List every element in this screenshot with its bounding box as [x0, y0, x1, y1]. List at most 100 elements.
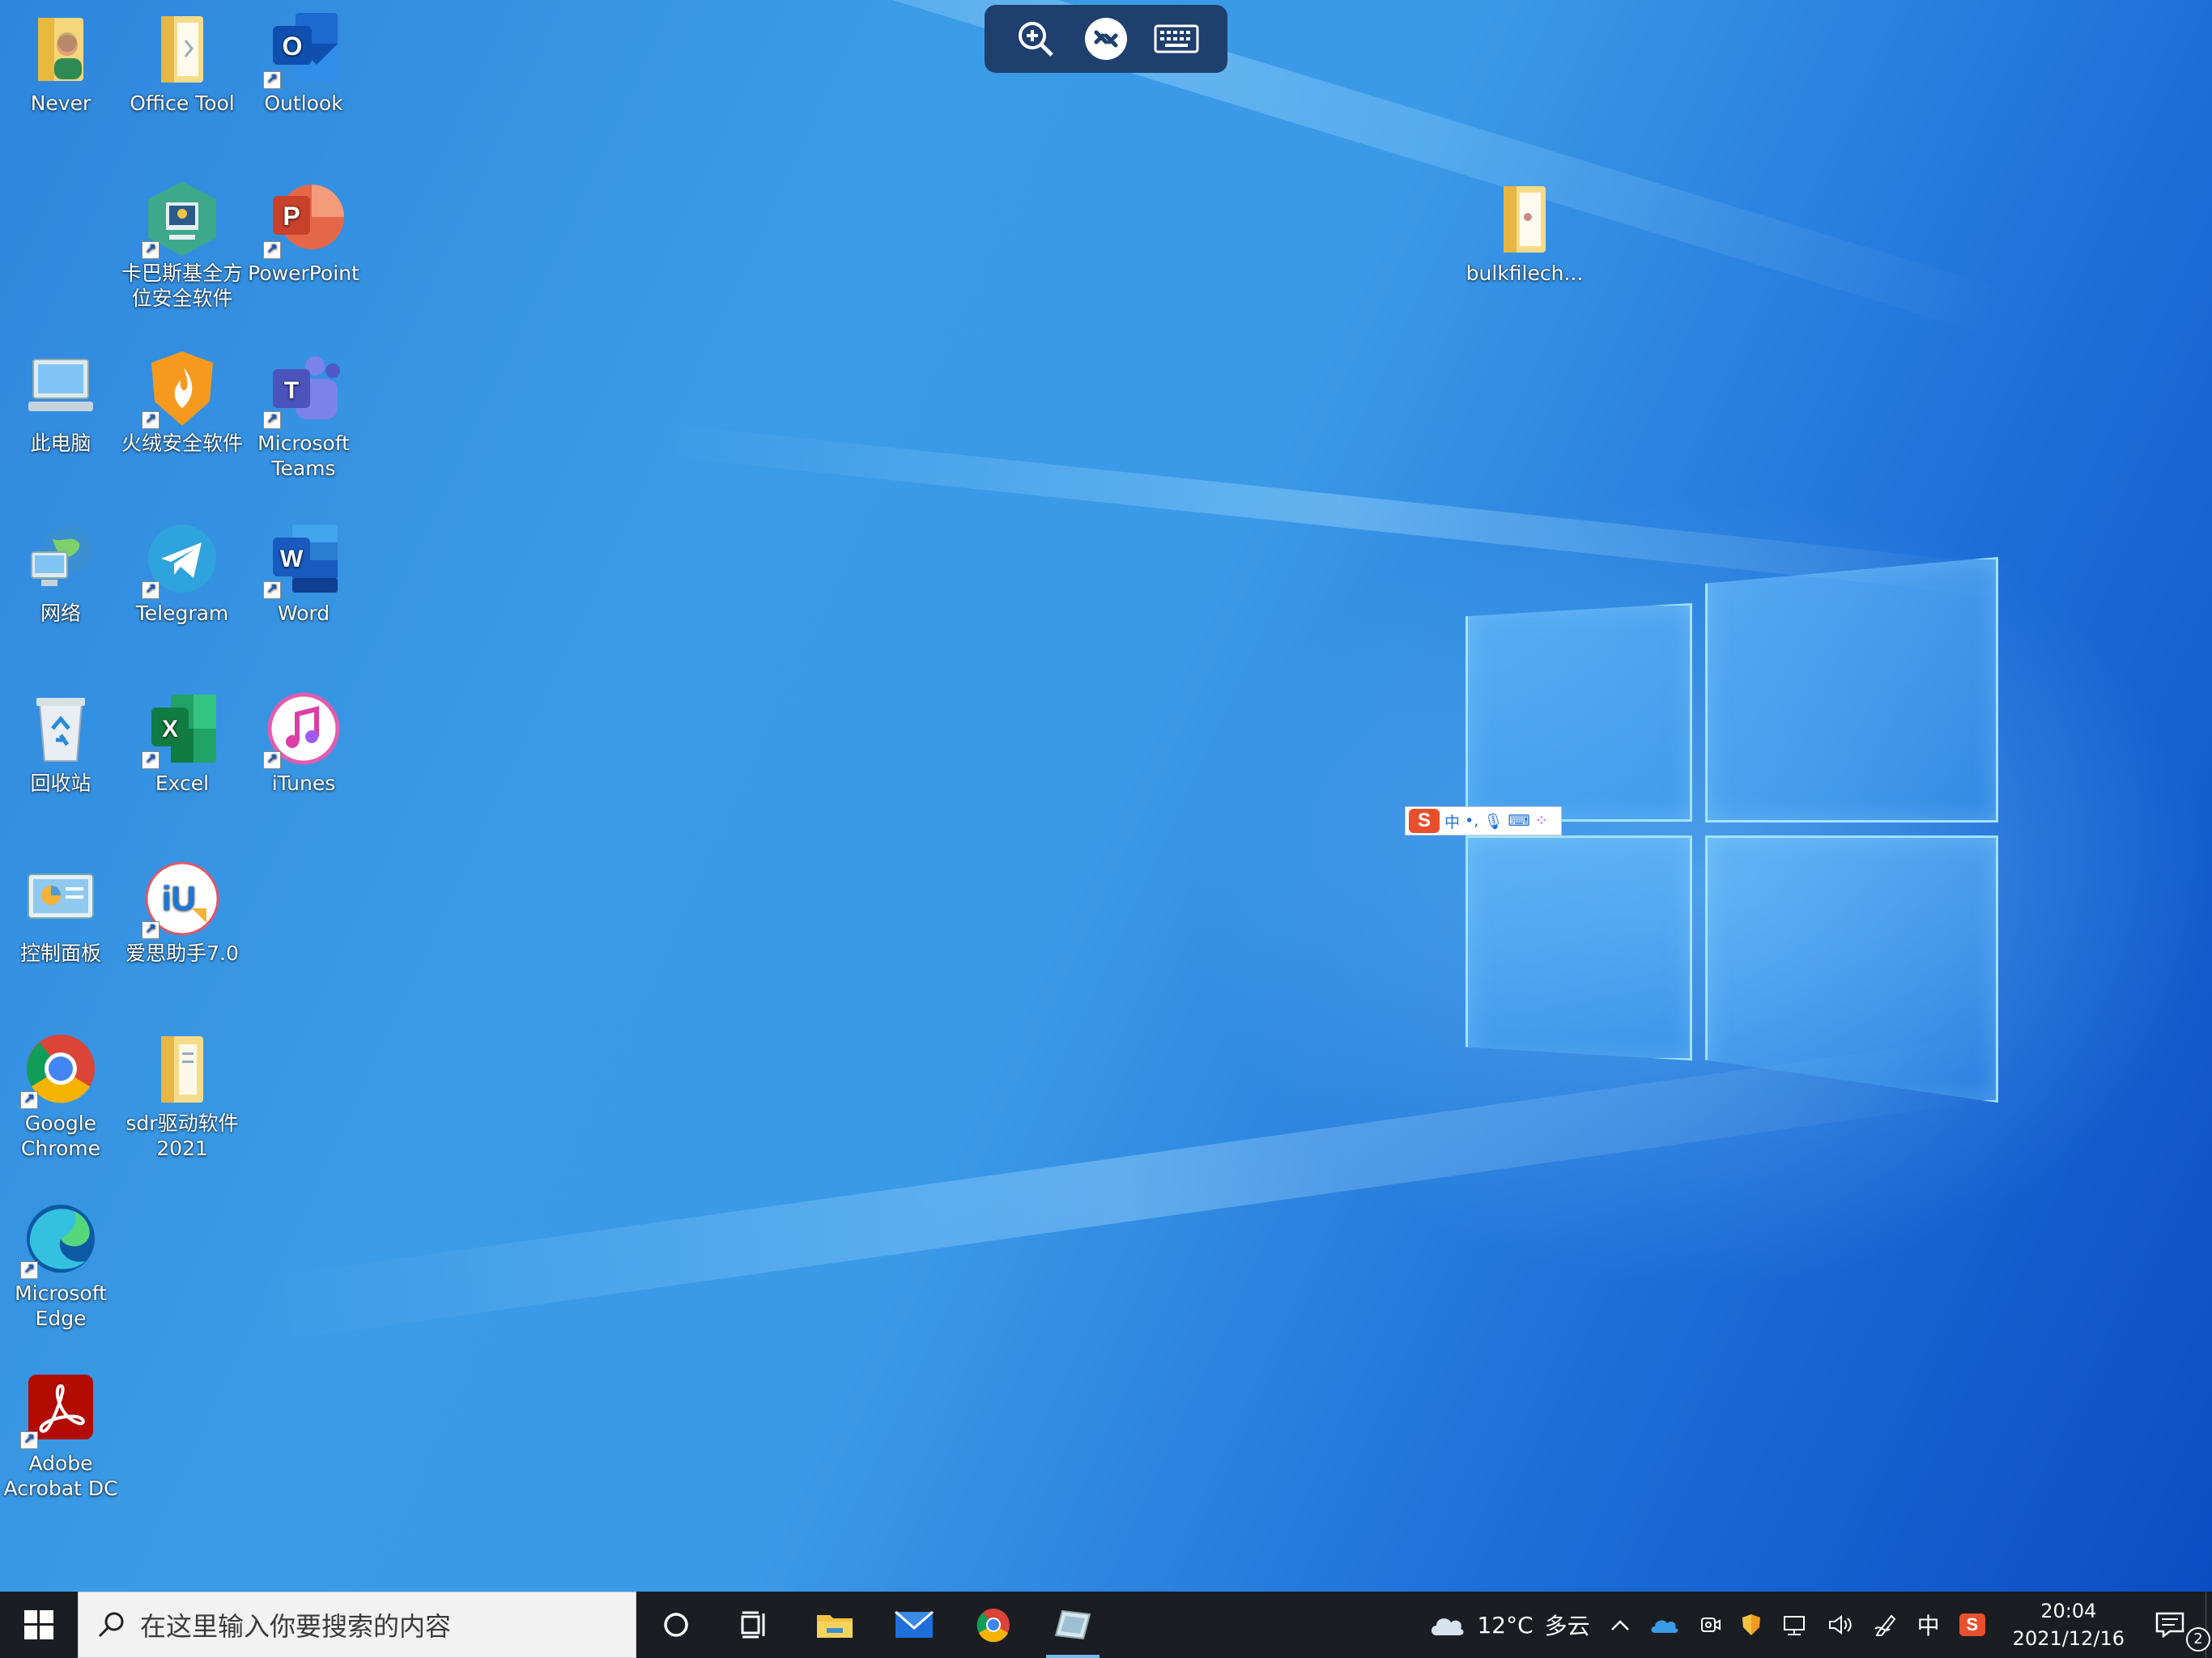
file-explorer-icon	[817, 1615, 853, 1638]
sogou-ime-tray[interactable]: S	[1950, 1592, 1995, 1658]
network-globe-icon	[20, 518, 101, 599]
taskbar-file-explorer[interactable]	[795, 1592, 874, 1658]
desktop-icon-label: Google Chrome	[20, 1112, 101, 1160]
keyboard-button[interactable]	[1151, 13, 1202, 65]
desktop-icon-label: 火绒安全软件	[121, 432, 244, 455]
desktop-icon-label: Excel	[155, 772, 210, 795]
ime-toolbar[interactable]: S 中 •, 🎙 ⌨ ⁘	[1405, 806, 1562, 835]
taskbar-google-chrome[interactable]	[954, 1592, 1033, 1658]
weather-description: 多云	[1544, 1613, 1590, 1639]
onedrive-tray[interactable]	[1640, 1592, 1689, 1658]
desktop-icon-this-pc[interactable]: 此电脑	[0, 348, 121, 456]
desktop-icon-word[interactable]: W ↗ Word	[243, 518, 364, 626]
notification-count-badge: 2	[2186, 1627, 2210, 1652]
remote-connection-button[interactable]	[1080, 13, 1132, 65]
cloud-icon	[1431, 1618, 1465, 1635]
powerpoint-icon: P ↗	[263, 178, 344, 259]
desktop-icon-sdr-driver[interactable]: sdr驱动软件 2021	[121, 1028, 243, 1161]
network-icon	[1783, 1616, 1805, 1635]
excel-icon: X ↗	[142, 688, 223, 769]
taskbar-clock[interactable]: 20:04 2021/12/16	[1995, 1597, 2142, 1652]
ime-punctuation-toggle[interactable]: •,	[1465, 812, 1478, 830]
input-language-indicator[interactable]: 中	[1908, 1592, 1950, 1658]
desktop-icon-itunes[interactable]: ↗ iTunes	[243, 688, 364, 796]
desktop-icon-google-chrome[interactable]: ↗ Google Chrome	[0, 1028, 121, 1161]
outlook-icon: O ↗	[263, 8, 344, 89]
desktop-icon-label: Office Tool	[130, 91, 235, 115]
shortcut-arrow-icon: ↗	[142, 751, 160, 769]
itunes-icon: ↗	[263, 688, 344, 769]
edge-icon: ↗	[20, 1198, 101, 1279]
pen-tray[interactable]	[1864, 1592, 1908, 1658]
microphone-icon[interactable]: 🎙	[1483, 812, 1503, 831]
security-tray[interactable]	[1731, 1592, 1772, 1658]
windows-logo-pane	[1705, 557, 1998, 823]
taskbar-active-app[interactable]	[1033, 1592, 1112, 1658]
clock-time: 20:04	[2040, 1600, 2097, 1622]
desktop-icon-teams[interactable]: T ↗ Microsoft Teams	[243, 348, 364, 481]
recycle-bin-icon	[20, 688, 101, 769]
clock-date: 2021/12/16	[2012, 1627, 2125, 1650]
huorong-shield-icon: ↗	[142, 348, 223, 429]
toolbox-icon[interactable]: ⁘	[1535, 812, 1548, 830]
shortcut-arrow-icon: ↗	[263, 581, 281, 599]
ime-mode-toggle[interactable]: 中	[1444, 810, 1460, 832]
shortcut-arrow-icon: ↗	[20, 1261, 38, 1279]
speaker-icon	[1828, 1615, 1852, 1635]
svg-text:W: W	[280, 546, 304, 572]
desktop-icon-control-panel[interactable]: 控制面板	[0, 858, 121, 966]
onedrive-cloud-icon	[1651, 1620, 1678, 1633]
shortcut-arrow-icon: ↗	[263, 411, 281, 429]
desktop-icon-office-tool[interactable]: Office Tool	[121, 8, 243, 116]
desktop-icon-label: Microsoft Edge	[15, 1282, 107, 1330]
desktop-icon-bulkfilechanger[interactable]: bulkfilech...	[1464, 178, 1585, 286]
desktop-icon-network[interactable]: 网络	[0, 518, 121, 626]
desktop-icon-label: 控制面板	[19, 942, 101, 965]
computer-icon	[20, 348, 101, 429]
acrobat-icon: ↗	[20, 1368, 101, 1449]
weather-widget[interactable]: 12°C 多云	[1419, 1592, 1599, 1658]
notification-icon	[2155, 1612, 2184, 1638]
shortcut-arrow-icon: ↗	[142, 921, 160, 939]
taskbar-mail[interactable]	[874, 1592, 954, 1658]
desktop-icon-adobe-acrobat[interactable]: ↗ Adobe Acrobat DC	[0, 1368, 121, 1501]
windows-logo-pane	[1705, 835, 1998, 1103]
desktop-icon-powerpoint[interactable]: P ↗ PowerPoint	[243, 178, 364, 286]
cortana-button[interactable]	[636, 1592, 716, 1658]
zoom-in-button[interactable]	[1010, 13, 1061, 65]
desktop-icon-never[interactable]: Never	[0, 8, 121, 116]
chrome-icon: ↗	[20, 1028, 101, 1109]
action-center-button[interactable]: 2	[2142, 1592, 2210, 1658]
desktop-icon-label: Outlook	[264, 91, 343, 115]
desktop-icon-excel[interactable]: X ↗ Excel	[121, 688, 243, 796]
remote-desktop-icon	[1084, 18, 1127, 60]
start-button[interactable]	[0, 1592, 78, 1658]
folder-icon	[142, 1028, 223, 1109]
meet-now-tray[interactable]	[1689, 1592, 1731, 1658]
zoom-in-icon	[1019, 22, 1054, 57]
network-tray[interactable]	[1772, 1592, 1817, 1658]
control-panel-icon	[20, 858, 101, 939]
desktop-icon-huorong[interactable]: ↗ 火绒安全软件	[121, 348, 243, 456]
desktop-icon-recycle-bin[interactable]: 回收站	[0, 688, 121, 796]
desktop-icon-i4-assistant[interactable]: iU ↗ 爱思助手7.0	[121, 858, 243, 966]
taskbar-search-box[interactable]: 在这里输入你要搜索的内容	[78, 1592, 636, 1658]
word-icon: W ↗	[263, 518, 344, 599]
soft-keyboard-icon[interactable]: ⌨	[1508, 812, 1529, 830]
svg-text:T: T	[284, 377, 299, 404]
desktop-icon-label: 爱思助手7.0	[125, 942, 239, 965]
desktop-icon-label: Microsoft Teams	[257, 432, 350, 480]
desktop-icon-label: iTunes	[271, 772, 336, 795]
cortana-circle-icon	[664, 1613, 688, 1637]
desktop-icon-outlook[interactable]: O ↗ Outlook	[243, 8, 364, 116]
shortcut-arrow-icon: ↗	[263, 241, 281, 259]
teams-icon: T ↗	[263, 348, 344, 429]
desktop-icon-telegram[interactable]: ↗ Telegram	[121, 518, 243, 626]
desktop-icon-microsoft-edge[interactable]: ↗ Microsoft Edge	[0, 1198, 121, 1331]
desktop-icon-kaspersky[interactable]: ↗ 卡巴斯基全方 位安全软件	[121, 178, 243, 311]
desktop-icon-label: Adobe Acrobat DC	[3, 1452, 118, 1500]
volume-tray[interactable]	[1817, 1592, 1864, 1658]
show-hidden-icons-button[interactable]	[1600, 1592, 1640, 1658]
desktop-icon-label: 回收站	[30, 772, 91, 795]
task-view-button[interactable]	[716, 1592, 795, 1658]
